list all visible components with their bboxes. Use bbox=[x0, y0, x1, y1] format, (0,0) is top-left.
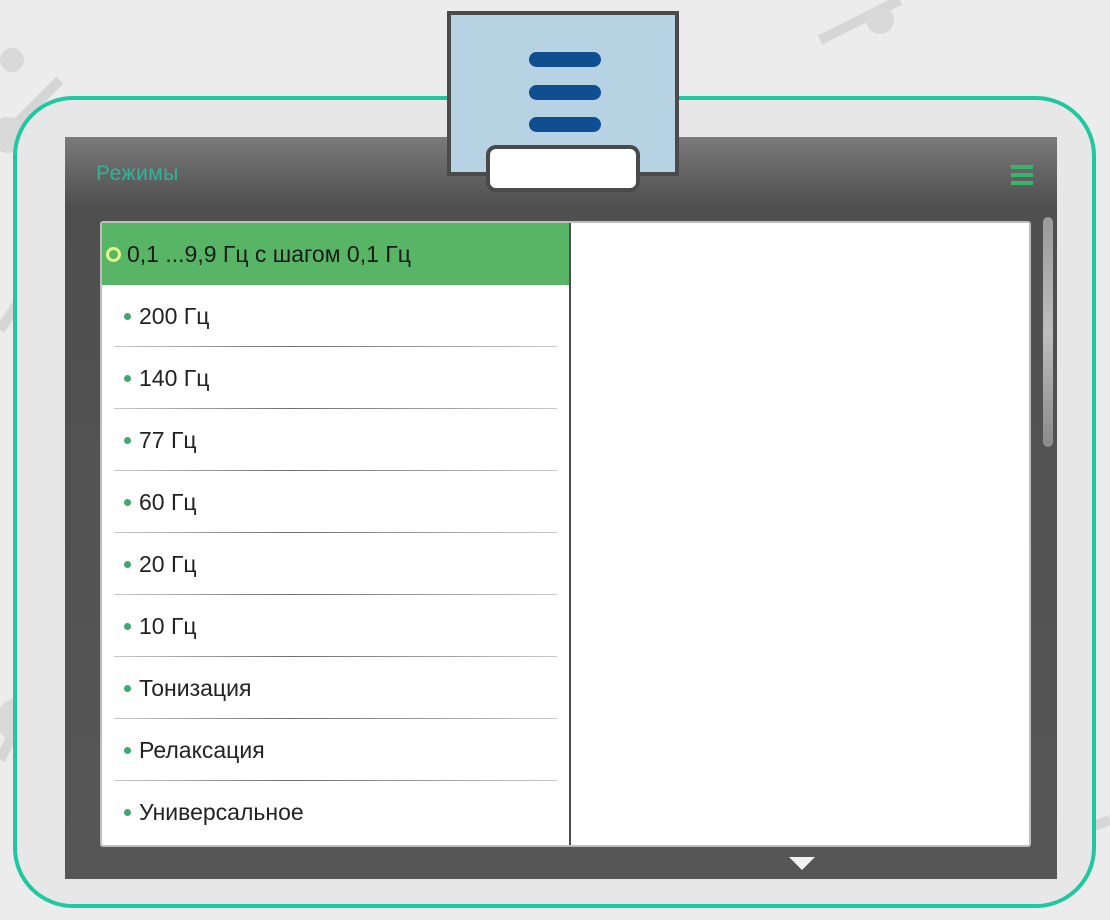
menu-label-tag bbox=[486, 145, 640, 192]
list-item-label: 20 Гц bbox=[139, 550, 197, 577]
list-item[interactable]: 200 Гц bbox=[102, 285, 569, 347]
list-item[interactable]: 10 Гц bbox=[102, 595, 569, 657]
list-item-label: 0,1 ...9,9 Гц с шагом 0,1 Гц bbox=[127, 240, 411, 267]
list-item[interactable]: 77 Гц bbox=[102, 409, 569, 471]
bullet-icon bbox=[124, 498, 131, 506]
list-item[interactable]: Тонизация bbox=[102, 657, 569, 719]
modes-list: 0,1 ...9,9 Гц с шагом 0,1 Гц 200 Гц 140 … bbox=[102, 223, 571, 845]
list-item-selected[interactable]: 0,1 ...9,9 Гц с шагом 0,1 Гц bbox=[102, 223, 569, 285]
list-item-label: 60 Гц bbox=[139, 488, 197, 515]
bullet-icon bbox=[124, 622, 131, 630]
bullet-icon bbox=[124, 808, 131, 816]
scroll-down-icon[interactable] bbox=[789, 857, 815, 870]
list-item-label: 200 Гц bbox=[139, 302, 210, 329]
vertical-scrollbar[interactable] bbox=[1043, 217, 1053, 447]
list-item-label: Релаксация bbox=[139, 736, 265, 763]
list-item[interactable]: Релаксация bbox=[102, 719, 569, 781]
bullet-icon bbox=[124, 436, 131, 444]
menu-bar bbox=[529, 117, 601, 132]
bullet-icon bbox=[124, 560, 131, 568]
list-item[interactable]: 140 Гц bbox=[102, 347, 569, 409]
panel-title: Режимы bbox=[96, 162, 179, 185]
selected-ring-icon bbox=[106, 246, 121, 262]
list-item-label: 10 Гц bbox=[139, 612, 197, 639]
bullet-icon bbox=[124, 312, 131, 320]
list-item[interactable]: 20 Гц bbox=[102, 533, 569, 595]
menu-bar bbox=[529, 85, 601, 100]
list-item-label: 77 Гц bbox=[139, 426, 197, 453]
bullet-icon bbox=[124, 374, 131, 382]
list-item-label: Универсальное bbox=[139, 798, 304, 825]
list-item[interactable]: 60 Гц bbox=[102, 471, 569, 533]
list-item-label: Тонизация bbox=[139, 674, 252, 701]
header-menu-icon[interactable] bbox=[1011, 165, 1033, 185]
bullet-icon bbox=[124, 746, 131, 754]
bullet-icon bbox=[124, 684, 131, 692]
modes-list-box: 0,1 ...9,9 Гц с шагом 0,1 Гц 200 Гц 140 … bbox=[100, 221, 1031, 847]
modes-panel: Режимы 0,1 ...9,9 Гц с шагом 0,1 Гц 200 … bbox=[65, 137, 1057, 879]
list-item[interactable]: Универсальное bbox=[102, 781, 569, 843]
menu-bar bbox=[529, 52, 601, 67]
list-item-label: 140 Гц bbox=[139, 364, 210, 391]
